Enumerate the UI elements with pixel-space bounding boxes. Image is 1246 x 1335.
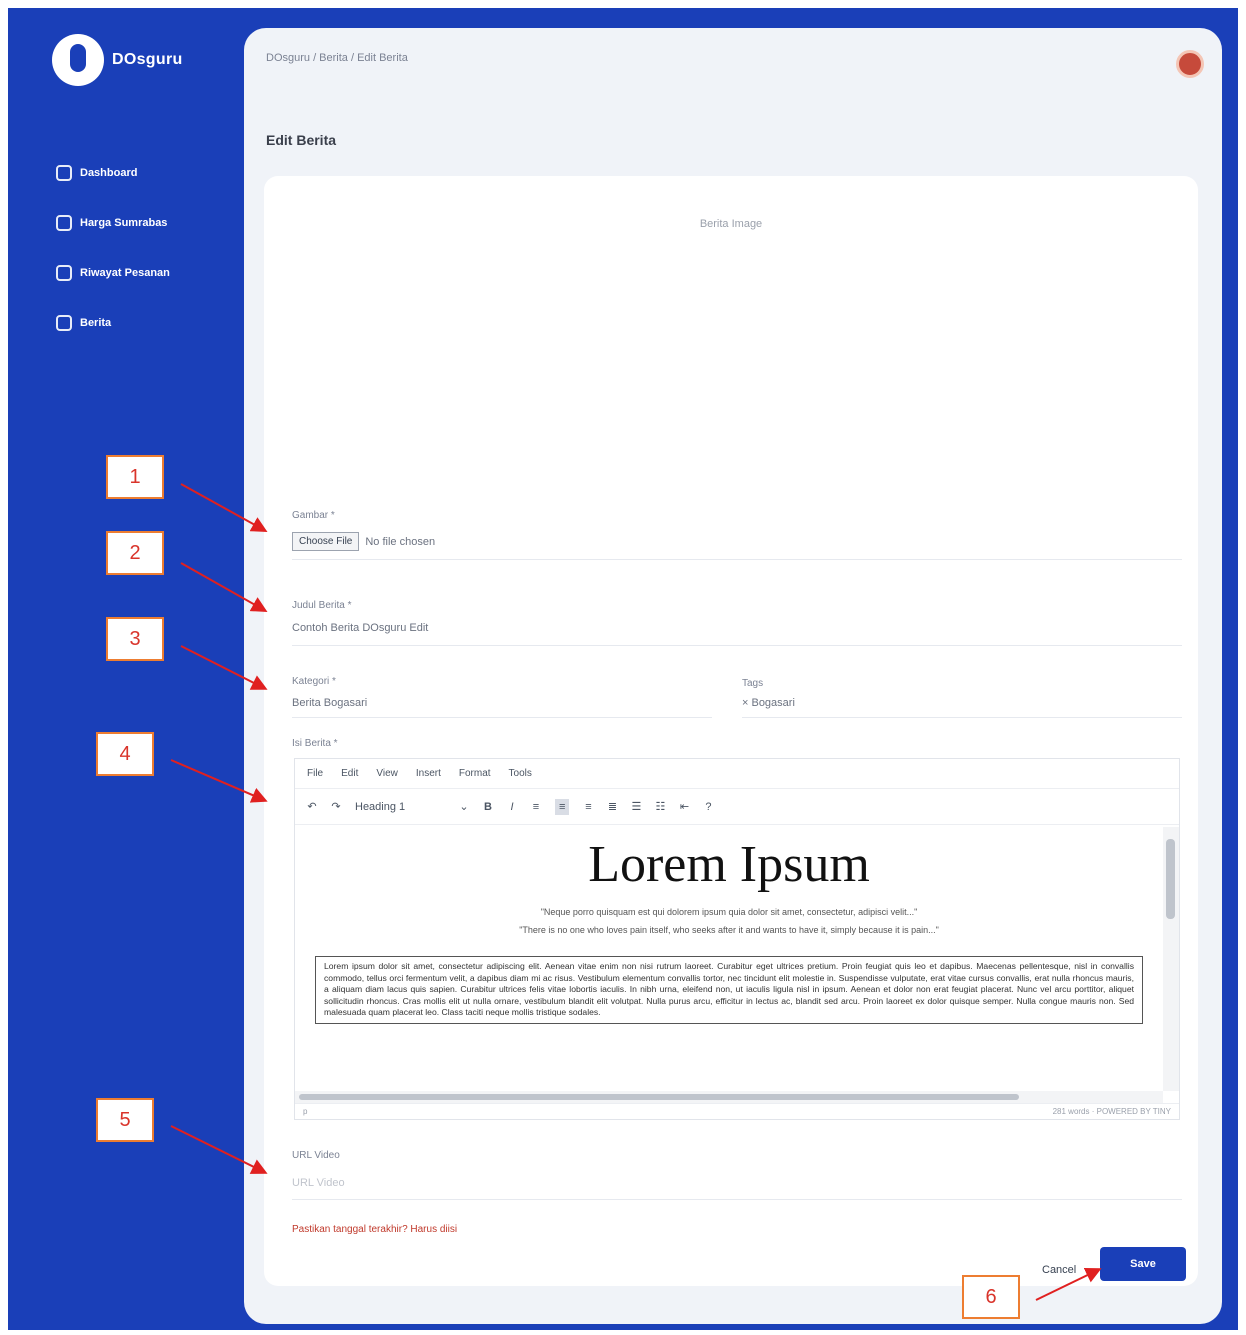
arrow-3 xyxy=(180,645,268,690)
arrow-6 xyxy=(1035,1268,1102,1301)
annotation-arrows xyxy=(170,483,1102,1301)
arrow-5 xyxy=(170,1125,268,1174)
screenshot-frame: DOsguru Dashboard Harga Sumrabas Riwayat… xyxy=(0,0,1246,1335)
arrow-1 xyxy=(180,483,268,532)
arrow-4 xyxy=(170,759,268,803)
arrow-2 xyxy=(180,562,268,612)
